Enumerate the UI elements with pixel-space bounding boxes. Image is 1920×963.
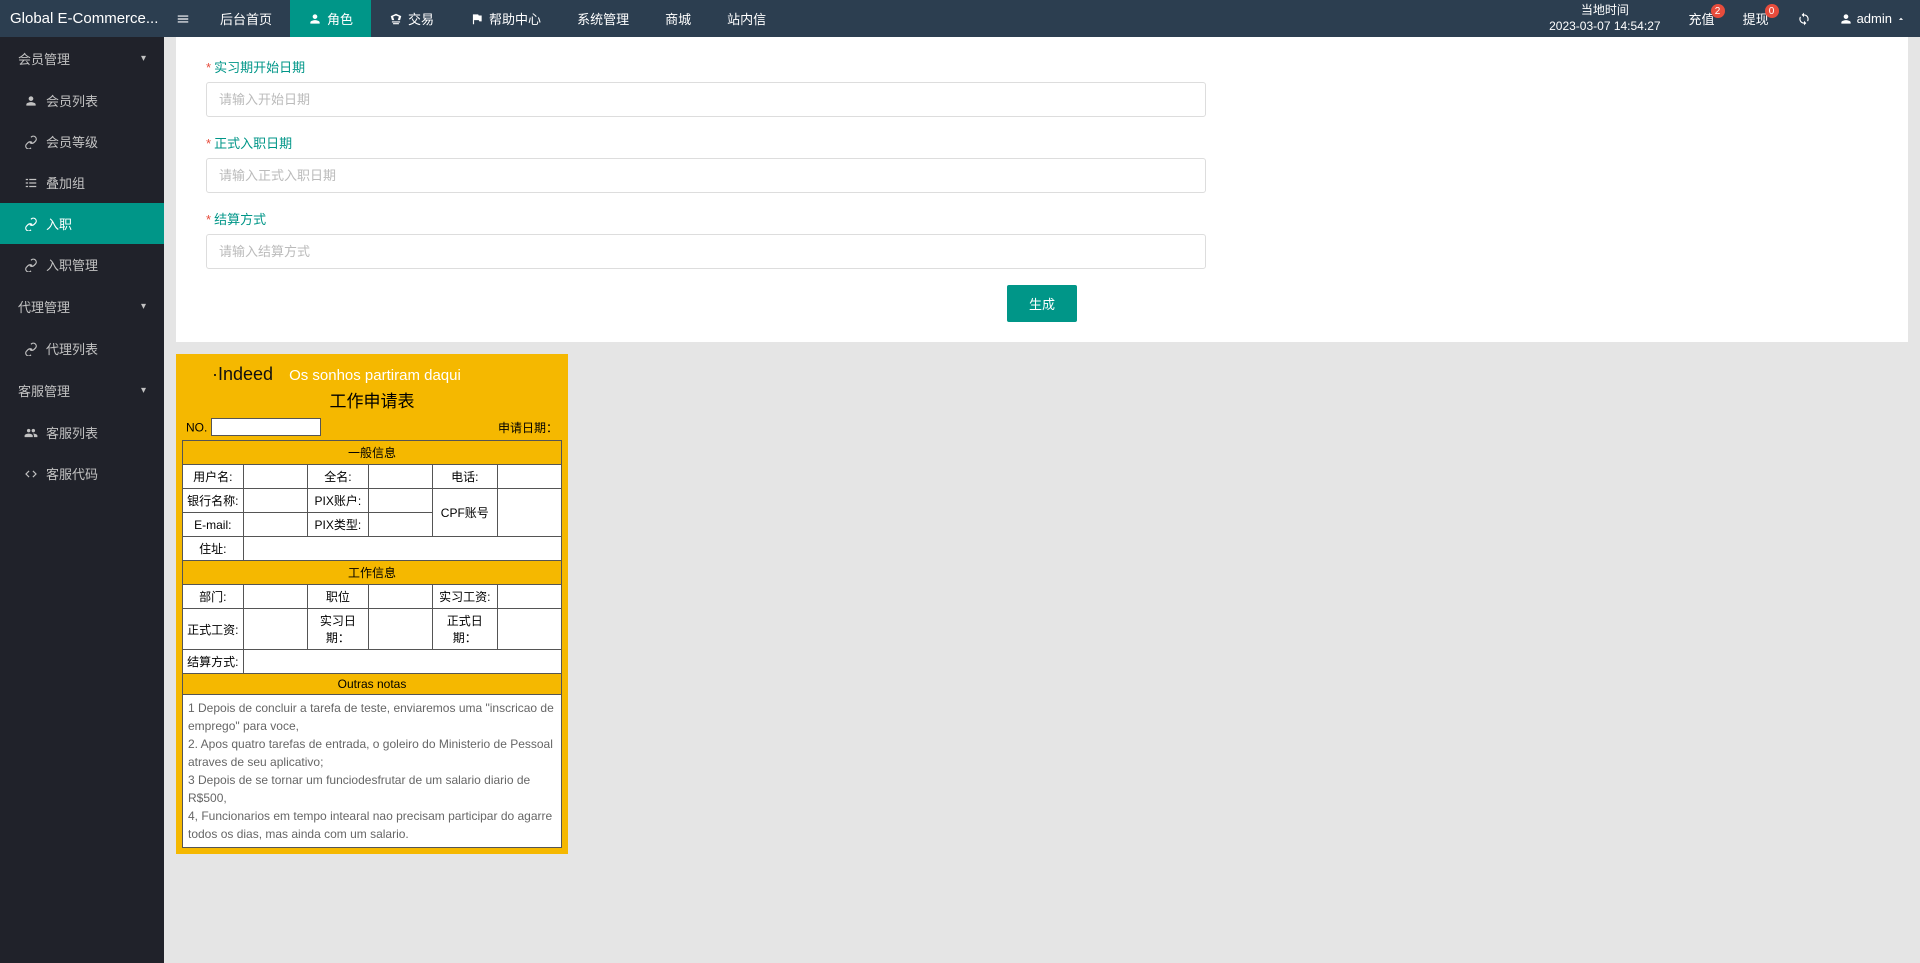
link-icon xyxy=(24,341,38,357)
sidebar: 会员管理 ▾ 会员列表 会员等级 叠加组 入职 入职管理 代理管理 ▾ 代理列表… xyxy=(0,37,164,963)
field-label: *正式入职日期 xyxy=(206,133,1878,152)
formal-date-input[interactable] xyxy=(206,158,1206,193)
recharge-badge: 2 xyxy=(1711,4,1725,18)
sidebar-onboard[interactable]: 入职 xyxy=(0,203,164,244)
sidebar-stack-group[interactable]: 叠加组 xyxy=(0,162,164,203)
topbar: Global E-Commerce... 后台首页 角色 交易 帮助中心 系统管… xyxy=(0,0,1920,37)
nav-mail[interactable]: 站内信 xyxy=(709,0,784,37)
section-header: 一般信息 xyxy=(183,441,562,465)
doc-slogan: Os sonhos partiram daqui xyxy=(289,367,461,384)
sidebar-onboard-mgmt[interactable]: 入职管理 xyxy=(0,244,164,285)
sidebar-member-level[interactable]: 会员等级 xyxy=(0,121,164,162)
main-content: *实习期开始日期 *正式入职日期 *结算方式 生成 ·Indeed Os son… xyxy=(164,37,1920,854)
settlement-input[interactable] xyxy=(206,234,1206,269)
sidebar-member-list[interactable]: 会员列表 xyxy=(0,80,164,121)
form-panel: *实习期开始日期 *正式入职日期 *结算方式 生成 xyxy=(176,37,1908,342)
nav-role[interactable]: 角色 xyxy=(290,0,371,37)
chevron-down-icon: ▾ xyxy=(141,301,146,312)
generate-button[interactable]: 生成 xyxy=(1007,285,1077,322)
nav-home[interactable]: 后台首页 xyxy=(202,0,290,37)
users-icon xyxy=(24,425,38,441)
application-form-preview: ·Indeed Os sonhos partiram daqui 工作申请表 N… xyxy=(176,354,568,854)
link-icon xyxy=(24,134,38,150)
sidebar-agent-list[interactable]: 代理列表 xyxy=(0,328,164,369)
user-icon xyxy=(24,93,38,109)
chevron-down-icon: ▾ xyxy=(141,53,146,64)
sidebar-cs-list[interactable]: 客服列表 xyxy=(0,412,164,453)
withdraw-button[interactable]: 提现 0 xyxy=(1729,0,1783,37)
field-intern-start: *实习期开始日期 xyxy=(206,57,1878,117)
doc-table-general: 一般信息 用户名: 全名: 电话: 银行名称: PIX账户: CPF账号 E-m… xyxy=(182,440,562,695)
intern-start-input[interactable] xyxy=(206,82,1206,117)
section-header: 工作信息 xyxy=(183,561,562,585)
doc-title: 工作申请表 xyxy=(182,385,562,416)
nav-help[interactable]: 帮助中心 xyxy=(452,0,559,37)
clock: 当地时间 2023-03-07 14:54:27 xyxy=(1535,0,1674,37)
refresh-icon xyxy=(1797,12,1811,26)
section-header: Outras notas xyxy=(183,674,562,695)
scale-icon xyxy=(389,11,403,27)
field-label: *实习期开始日期 xyxy=(206,57,1878,76)
chevron-down-icon: ▾ xyxy=(141,385,146,396)
doc-no: NO. xyxy=(186,418,321,436)
recharge-button[interactable]: 充值 2 xyxy=(1675,0,1729,37)
nav-trade[interactable]: 交易 xyxy=(371,0,452,37)
nav-system[interactable]: 系统管理 xyxy=(559,0,647,37)
user-icon xyxy=(308,11,322,27)
list-icon xyxy=(24,175,38,191)
sidebar-group-cs[interactable]: 客服管理 ▾ xyxy=(0,369,164,412)
chevron-up-icon xyxy=(1896,14,1906,24)
sidebar-group-agent[interactable]: 代理管理 ▾ xyxy=(0,285,164,328)
user-icon xyxy=(1839,12,1853,26)
user-menu[interactable]: admin xyxy=(1825,0,1920,37)
field-formal-date: *正式入职日期 xyxy=(206,133,1878,193)
doc-notes: 1 Depois de concluir a tarefa de teste, … xyxy=(182,695,562,848)
sidebar-toggle[interactable] xyxy=(164,0,202,37)
sidebar-cs-code[interactable]: 客服代码 xyxy=(0,453,164,494)
refresh-button[interactable] xyxy=(1783,0,1825,37)
doc-logo: ·Indeed xyxy=(212,364,273,385)
field-label: *结算方式 xyxy=(206,209,1878,228)
sidebar-group-member[interactable]: 会员管理 ▾ xyxy=(0,37,164,80)
withdraw-badge: 0 xyxy=(1765,4,1779,18)
nav-right: 当地时间 2023-03-07 14:54:27 充值 2 提现 0 admin xyxy=(1535,0,1920,37)
menu-icon xyxy=(176,12,190,26)
code-icon xyxy=(24,466,38,482)
link-icon xyxy=(24,216,38,232)
nav-mall[interactable]: 商城 xyxy=(647,0,709,37)
field-settlement: *结算方式 xyxy=(206,209,1878,269)
doc-date-label: 申请日期： xyxy=(498,419,558,436)
link-icon xyxy=(24,257,38,273)
doc-no-input[interactable] xyxy=(211,418,321,436)
brand-title: Global E-Commerce... xyxy=(0,0,164,37)
flag-icon xyxy=(470,11,484,27)
